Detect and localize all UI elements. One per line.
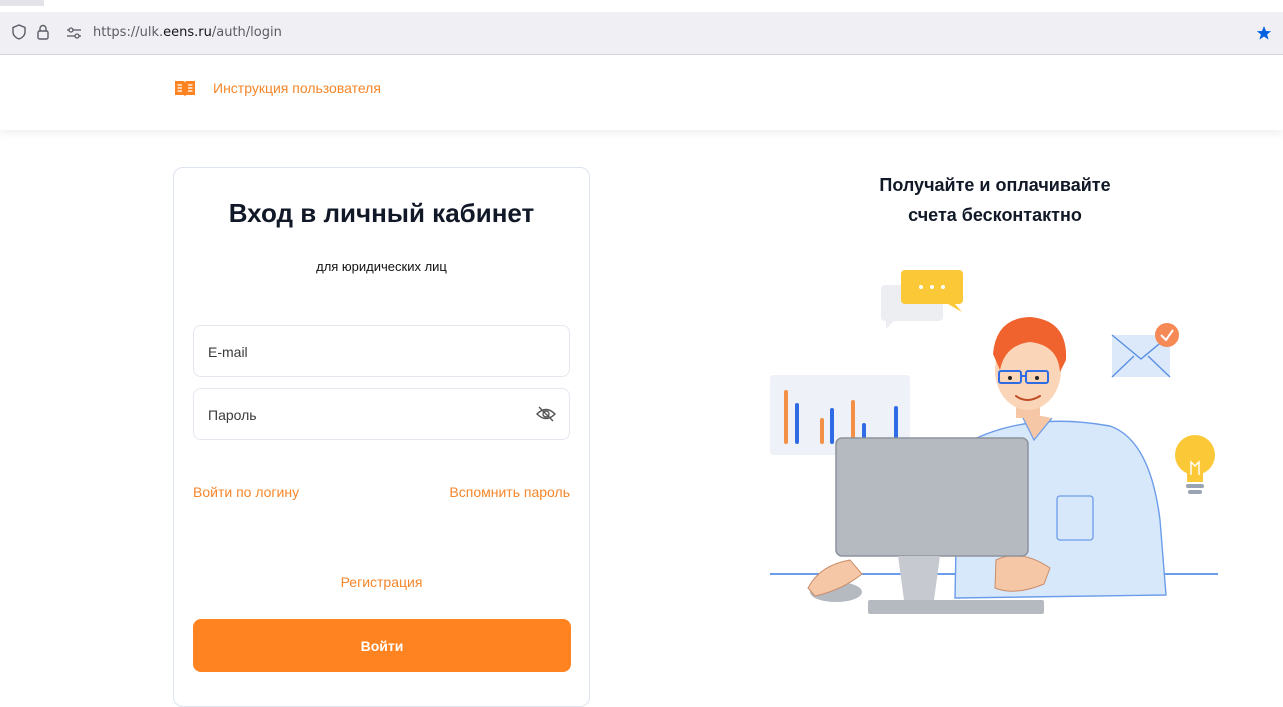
submit-login-button[interactable]: Войти [193,619,571,672]
bookmark-star-icon[interactable] [1256,25,1272,41]
email-field[interactable] [193,325,570,378]
forgot-password-link[interactable]: Вспомнить пароль [449,484,570,500]
shield-icon[interactable] [12,24,26,40]
site-header: Инструкция пользователя [0,55,1283,130]
active-tab-indicator[interactable] [0,0,44,6]
url-text[interactable]: https://ulk.eens.ru/auth/login [93,25,282,40]
url-path: /auth/login [211,25,282,40]
lock-icon[interactable] [36,24,50,40]
browser-tab-strip [0,0,1283,12]
url-host: eens.ru [163,25,212,40]
envelope-icon [1111,323,1179,378]
url-prefix: https://ulk. [93,25,164,40]
login-title: Вход в личный кабинет [228,198,535,228]
password-field[interactable] [193,388,570,441]
email-input[interactable] [206,326,520,378]
user-instruction-link[interactable]: Инструкция пользователя [213,80,381,96]
password-input[interactable] [206,389,520,441]
book-icon [175,81,195,97]
login-subtitle: для юридических лиц [316,259,447,274]
promo-heading: Получайте и оплачивайте счета бесконтакт… [780,170,1210,230]
promo-line-2: счета бесконтактно [908,205,1082,225]
browser-address-bar[interactable]: https://ulk.eens.ru/auth/login [0,12,1283,55]
register-link[interactable]: Регистрация [174,574,589,590]
promo-illustration [770,270,1218,614]
lightbulb-icon [1175,435,1215,494]
eye-off-icon[interactable] [535,403,557,425]
promo-line-1: Получайте и оплачивайте [879,175,1111,195]
login-by-username-link[interactable]: Войти по логину [193,484,299,500]
login-card: Вход в личный кабинет для юридических ли… [173,167,590,707]
speech-bubbles-icon [881,270,963,329]
permissions-icon[interactable] [66,27,82,39]
